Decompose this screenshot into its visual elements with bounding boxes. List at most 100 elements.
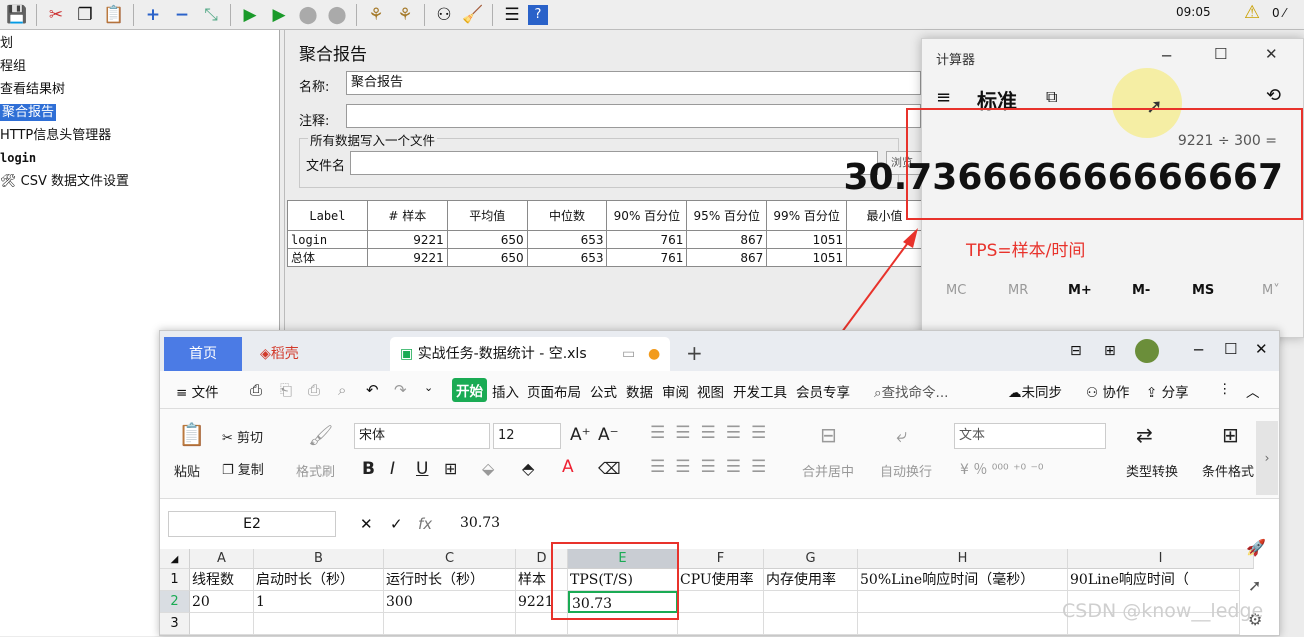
border-icon[interactable]: ⊞ bbox=[444, 459, 457, 478]
shrink-font-icon[interactable]: A⁻ bbox=[598, 425, 619, 445]
wrap-icon[interactable]: ⤶ bbox=[896, 423, 907, 447]
row-header[interactable]: 3 bbox=[160, 613, 190, 635]
clear-format-icon[interactable]: ⌫ bbox=[598, 459, 621, 478]
column-header[interactable]: G bbox=[764, 549, 858, 569]
confirm-icon[interactable]: ✓ bbox=[390, 515, 403, 533]
cell[interactable]: 20 bbox=[190, 591, 254, 613]
tab-daoke[interactable]: ◈稻壳 bbox=[250, 337, 386, 371]
menu-tab-start[interactable]: 开始 bbox=[452, 378, 487, 402]
cell[interactable] bbox=[764, 591, 858, 613]
column-header[interactable]: A bbox=[190, 549, 254, 569]
bold-icon[interactable]: B bbox=[362, 459, 375, 479]
cell[interactable]: 300 bbox=[384, 591, 516, 613]
cell[interactable] bbox=[858, 591, 1068, 613]
cell[interactable] bbox=[678, 613, 764, 635]
font-color-icon[interactable]: A bbox=[562, 457, 574, 477]
sync-status[interactable]: ☁未同步 bbox=[1008, 381, 1062, 401]
column-header[interactable]: B bbox=[254, 549, 384, 569]
menu-tab-insert[interactable]: 插入 bbox=[492, 381, 519, 401]
align-top-icons[interactable]: ☰☰☰☰☰ bbox=[650, 423, 776, 443]
cell[interactable] bbox=[858, 613, 1068, 635]
select-all-corner[interactable]: ◢ bbox=[160, 549, 190, 569]
menu-tab-data[interactable]: 数据 bbox=[626, 381, 653, 401]
new-tab-button[interactable]: + bbox=[686, 341, 703, 365]
paste-button[interactable]: 粘贴 bbox=[174, 461, 200, 480]
quick-access-dropdown[interactable]: ⌄ bbox=[424, 381, 433, 394]
command-search[interactable]: ⌕查找命令... bbox=[874, 381, 948, 401]
cell[interactable] bbox=[254, 613, 384, 635]
paste-icon[interactable]: 📋 bbox=[178, 423, 205, 448]
export-pdf-icon[interactable]: ⎗ bbox=[280, 381, 292, 399]
menu-tab-member[interactable]: 会员专享 bbox=[796, 381, 850, 401]
menu-tab-review[interactable]: 审阅 bbox=[662, 381, 689, 401]
grow-font-icon[interactable]: A⁺ bbox=[570, 425, 591, 445]
close-button[interactable]: ✕ bbox=[1255, 340, 1268, 358]
conditional-format-icon[interactable]: ⊞ bbox=[1222, 423, 1239, 447]
column-header[interactable]: I bbox=[1068, 549, 1254, 569]
copy-button[interactable]: ❐ 复制 bbox=[222, 459, 264, 478]
number-format-icons[interactable]: ¥ ％ ⁰⁰⁰ ⁺⁰ ⁻⁰ bbox=[960, 459, 1044, 479]
font-size-select[interactable]: 12 bbox=[493, 423, 561, 449]
brush-icon[interactable]: 🖌 bbox=[308, 423, 333, 447]
cell[interactable] bbox=[678, 591, 764, 613]
highlight-icon[interactable]: ⬙ bbox=[482, 459, 494, 478]
collaborate-button[interactable]: ⚇ 协作 bbox=[1086, 381, 1129, 401]
rocket-icon[interactable]: 🚀 bbox=[1246, 538, 1266, 557]
collapse-ribbon-icon[interactable]: ︿ bbox=[1246, 381, 1260, 401]
cell[interactable]: 线程数 bbox=[190, 569, 254, 591]
cell[interactable]: CPU使用率 bbox=[678, 569, 764, 591]
maximize-button[interactable]: ☐ bbox=[1224, 340, 1237, 358]
cell[interactable]: 运行时长（秒） bbox=[384, 569, 516, 591]
format-painter-button[interactable]: 格式刷 bbox=[296, 461, 335, 480]
fill-color-icon[interactable]: ⬘ bbox=[522, 459, 534, 478]
tab-document[interactable]: ▣ 实战任务-数据统计 - 空.xls ▭ ● bbox=[390, 337, 670, 371]
cell[interactable]: 启动时长（秒） bbox=[254, 569, 384, 591]
menu-tab-page-layout[interactable]: 页面布局 bbox=[527, 381, 581, 401]
merge-icon[interactable]: ⊟ bbox=[820, 423, 837, 447]
redo-icon[interactable]: ↷ bbox=[394, 381, 407, 399]
quick-save-icon[interactable]: ⎙ bbox=[250, 381, 262, 399]
undo-icon[interactable]: ↶ bbox=[366, 381, 379, 399]
row-header[interactable]: 2 bbox=[160, 591, 190, 613]
conditional-format-button[interactable]: 条件格式 bbox=[1202, 461, 1254, 480]
underline-icon[interactable]: U bbox=[416, 459, 428, 479]
number-format-select[interactable]: 文本 bbox=[954, 423, 1106, 449]
convert-icon[interactable]: ⇄ bbox=[1136, 423, 1153, 447]
italic-icon[interactable]: I bbox=[390, 459, 395, 479]
cell[interactable]: 50%Line响应时间（毫秒） bbox=[858, 569, 1068, 591]
cut-button[interactable]: ✂ 剪切 bbox=[222, 427, 263, 446]
cell[interactable]: 内存使用率 bbox=[764, 569, 858, 591]
menu-tab-developer[interactable]: 开发工具 bbox=[733, 381, 787, 401]
fx-icon[interactable]: fx bbox=[418, 515, 432, 533]
minimize-button[interactable]: ─ bbox=[1194, 341, 1203, 359]
tab-home[interactable]: 首页 bbox=[164, 337, 242, 371]
apps-icon[interactable]: ⊞ bbox=[1104, 343, 1116, 359]
align-left-icons[interactable]: ☰☰☰☰☰ bbox=[650, 457, 776, 477]
print-icon[interactable]: ⎙ bbox=[308, 381, 320, 399]
column-header[interactable]: F bbox=[678, 549, 764, 569]
row-header[interactable]: 1 bbox=[160, 569, 190, 591]
more-icon[interactable]: ⋮ bbox=[1218, 381, 1232, 397]
column-header[interactable]: H bbox=[858, 549, 1068, 569]
file-menu[interactable]: ≡ 文件 bbox=[176, 381, 219, 401]
formula-input[interactable]: 30.73 bbox=[450, 511, 1226, 537]
cell[interactable]: 1 bbox=[254, 591, 384, 613]
avatar[interactable] bbox=[1135, 339, 1159, 363]
name-box[interactable]: E2 bbox=[168, 511, 336, 537]
menu-tab-formula[interactable]: 公式 bbox=[590, 381, 617, 401]
cell[interactable] bbox=[384, 613, 516, 635]
cancel-icon[interactable]: ✕ bbox=[360, 515, 373, 533]
cell[interactable] bbox=[190, 613, 254, 635]
spreadsheet-grid[interactable]: ◢ A B C D E F G H I 1 线程数 启动时长（秒） 运行时长（秒… bbox=[160, 549, 1254, 637]
wrap-text-button[interactable]: 自动换行 bbox=[880, 461, 932, 480]
cursor-tool-icon[interactable]: ➚ bbox=[1248, 576, 1261, 595]
share-button[interactable]: ⇪ 分享 bbox=[1146, 381, 1189, 401]
type-convert-button[interactable]: 类型转换 bbox=[1126, 461, 1178, 480]
ribbon-scroll-right[interactable]: › bbox=[1256, 421, 1278, 495]
font-family-select[interactable]: 宋体 bbox=[354, 423, 490, 449]
cell[interactable] bbox=[764, 613, 858, 635]
cell[interactable]: 90Line响应时间（ bbox=[1068, 569, 1240, 591]
menu-tab-view[interactable]: 视图 bbox=[697, 381, 724, 401]
preview-icon[interactable]: ⌕ bbox=[338, 381, 346, 399]
layout-icon[interactable]: ⊟ bbox=[1070, 343, 1082, 359]
